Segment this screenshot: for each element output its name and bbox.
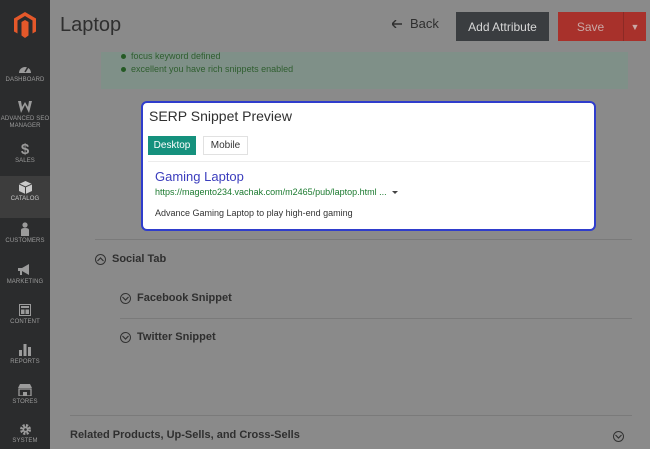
section-label: Social Tab <box>112 253 167 265</box>
sidebar-item-stores[interactable]: STORES <box>0 379 50 419</box>
sidebar-item-label: ADVANCED SEO MANAGER <box>0 116 50 129</box>
megaphone-icon <box>18 264 29 275</box>
chevron-down-icon <box>120 331 131 343</box>
tab-desktop[interactable]: Desktop <box>148 136 196 155</box>
related-products-section-toggle[interactable]: Related Products, Up-Sells, and Cross-Se… <box>70 429 300 441</box>
section-label: Twitter Snippet <box>137 331 216 343</box>
sidebar-item-label: CATALOG <box>10 196 40 202</box>
seo-icon <box>18 101 32 113</box>
store-icon <box>18 384 32 396</box>
bullet-icon <box>121 54 126 59</box>
arrow-left-icon <box>391 16 402 31</box>
sidebar-item-reports[interactable]: REPORTS <box>0 339 50 379</box>
magento-logo-icon <box>14 12 36 38</box>
sidebar-item-dashboard[interactable]: DASHBOARD <box>0 57 50 97</box>
notice-text: focus keyword defined <box>131 51 221 61</box>
sidebar-item-label: STORES <box>12 399 38 405</box>
save-button[interactable]: Save <box>558 12 623 41</box>
sidebar-item-customers[interactable]: CUSTOMERS <box>0 218 50 258</box>
result-url-text: https://magento234.vachak.com/m2465/pub/… <box>155 187 387 197</box>
seo-notice: focus keyword defined excellent you have… <box>101 50 628 89</box>
save-options-toggle[interactable]: ▼ <box>623 12 646 41</box>
layout-icon <box>19 304 31 316</box>
sidebar-item-system[interactable]: SYSTEM <box>0 418 50 449</box>
notice-line: excellent you have rich snippets enabled <box>121 63 628 76</box>
caret-down-icon[interactable] <box>391 190 398 194</box>
notice-text: excellent you have rich snippets enabled <box>131 64 294 74</box>
sidebar-item-content[interactable]: CONTENT <box>0 299 50 339</box>
caret-down-icon: ▼ <box>630 21 640 32</box>
facebook-snippet-toggle[interactable]: Facebook Snippet <box>120 292 232 304</box>
sidebar-item-label: DASHBOARD <box>5 77 45 83</box>
back-button[interactable]: Back <box>391 16 439 31</box>
sidebar-item-catalog[interactable]: CATALOG <box>0 176 50 218</box>
add-attribute-button[interactable]: Add Attribute <box>456 12 549 41</box>
box-icon <box>18 180 32 194</box>
sidebar-item-label: SYSTEM <box>12 438 38 444</box>
dashboard-icon <box>19 66 31 73</box>
divider <box>120 318 632 319</box>
sidebar-item-label: CONTENT <box>10 319 40 325</box>
sidebar-item-label: MARKETING <box>6 279 44 285</box>
sidebar-item-label: CUSTOMERS <box>5 238 45 244</box>
serp-snippet-preview: SERP Snippet Preview Desktop Mobile Gami… <box>141 101 596 231</box>
bar-chart-icon <box>19 344 31 356</box>
gear-icon <box>19 423 31 435</box>
chevron-down-icon <box>120 292 131 304</box>
twitter-snippet-toggle[interactable]: Twitter Snippet <box>120 331 216 343</box>
social-tab-toggle[interactable]: Social Tab <box>95 253 166 265</box>
sidebar-item-advanced-seo-manager[interactable]: ADVANCED SEO MANAGER <box>0 96 50 136</box>
page-title: Laptop <box>60 14 122 36</box>
result-url: https://magento234.vachak.com/m2465/pub/… <box>155 187 398 197</box>
person-icon <box>21 222 29 236</box>
divider <box>70 415 632 416</box>
sidebar-item-label: REPORTS <box>10 359 40 365</box>
main-content: focus keyword defined excellent you have… <box>50 50 650 449</box>
divider <box>95 239 632 240</box>
divider <box>148 161 590 162</box>
sidebar-item-sales[interactable]: $ SALES <box>0 138 50 178</box>
sidebar-item-label: SALES <box>15 158 35 164</box>
dollar-icon: $ <box>20 140 30 158</box>
page-header: Laptop Back Add Attribute Save ▼ <box>50 0 650 52</box>
serp-title: SERP Snippet Preview <box>149 108 292 124</box>
bullet-icon <box>121 67 126 72</box>
notice-line: focus keyword defined <box>121 50 628 63</box>
back-label: Back <box>410 16 439 31</box>
result-title-link[interactable]: Gaming Laptop <box>155 169 244 184</box>
chevron-down-icon[interactable] <box>613 431 624 442</box>
sidebar: DASHBOARD ADVANCED SEO MANAGER $ SALES C… <box>0 0 50 449</box>
chevron-up-icon <box>95 253 106 265</box>
result-description: Advance Gaming Laptop to play high-end g… <box>155 208 353 218</box>
magento-logo[interactable] <box>0 0 50 50</box>
section-label: Facebook Snippet <box>137 292 232 304</box>
sidebar-item-marketing[interactable]: MARKETING <box>0 259 50 299</box>
tab-mobile[interactable]: Mobile <box>203 136 248 155</box>
